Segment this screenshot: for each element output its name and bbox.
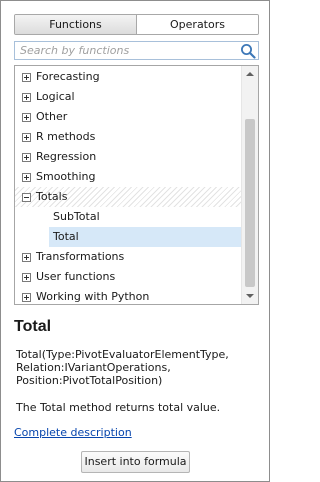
tree-item-label: Other	[36, 110, 68, 123]
scrollbar-thumb[interactable]	[245, 119, 255, 287]
expand-icon[interactable]	[22, 93, 31, 102]
collapse-icon[interactable]	[22, 193, 31, 202]
function-tree[interactable]: Forecasting Logical Other R methods Regr…	[14, 65, 259, 305]
tree-item-label: Transformations	[36, 250, 125, 263]
tab-bar: Functions Operators	[14, 14, 259, 35]
expand-icon[interactable]	[22, 113, 31, 122]
expand-icon[interactable]	[22, 173, 31, 182]
expand-icon[interactable]	[22, 293, 31, 302]
tree-item-regression[interactable]: Regression	[15, 147, 241, 167]
signature-line: Relation:IVariantOperations,	[16, 361, 171, 374]
expand-icon[interactable]	[22, 133, 31, 142]
tree-item-r-methods[interactable]: R methods	[15, 127, 241, 147]
tree-item-smoothing[interactable]: Smoothing	[15, 167, 241, 187]
insert-into-formula-button[interactable]: Insert into formula	[81, 451, 190, 473]
function-description: The Total method returns total value.	[16, 401, 221, 414]
tab-functions[interactable]: Functions	[15, 15, 137, 34]
tree-item-forecasting[interactable]: Forecasting	[15, 67, 241, 87]
tree-item-label: R methods	[36, 130, 96, 143]
arrow-up-icon[interactable]	[242, 66, 258, 82]
tree-item-label: Totals	[36, 190, 68, 203]
tree-scrollbar[interactable]	[241, 66, 258, 304]
tree-item-label: Total	[53, 230, 79, 243]
tree-item-totals[interactable]: Totals	[15, 187, 241, 207]
function-title: Total	[14, 318, 52, 335]
tree-item-label: SubTotal	[53, 210, 100, 223]
tree-item-label: Logical	[36, 90, 75, 103]
signature-line: Position:PivotTotalPosition)	[16, 374, 163, 387]
search-icon[interactable]	[240, 43, 256, 59]
tree-item-label: User functions	[36, 270, 116, 283]
tab-operators[interactable]: Operators	[137, 15, 258, 34]
tree-item-total[interactable]: Total	[49, 227, 241, 247]
arrow-down-icon[interactable]	[242, 288, 258, 304]
tree-item-other[interactable]: Other	[15, 107, 241, 127]
tree-item-label: Regression	[36, 150, 97, 163]
expand-icon[interactable]	[22, 73, 31, 82]
tree-item-user-functions[interactable]: User functions	[15, 267, 241, 287]
complete-description-link[interactable]: Complete description	[14, 426, 132, 439]
expand-icon[interactable]	[22, 153, 31, 162]
tree-item-subtotal[interactable]: SubTotal	[15, 207, 241, 227]
tree-item-logical[interactable]: Logical	[15, 87, 241, 107]
search-input[interactable]	[15, 42, 237, 59]
tree-item-label: Working with Python	[36, 290, 150, 303]
tree-item-label: Smoothing	[36, 170, 96, 183]
tree-item-working-with-python[interactable]: Working with Python	[15, 287, 241, 304]
signature-line: Total(Type:PivotEvaluatorElementType,	[16, 348, 229, 361]
search-box	[14, 41, 259, 60]
expand-icon[interactable]	[22, 273, 31, 282]
function-picker-panel: Functions Operators Forecasting Logical …	[0, 0, 270, 482]
function-signature: Total(Type:PivotEvaluatorElementType, Re…	[16, 348, 261, 387]
tree-item-transformations[interactable]: Transformations	[15, 247, 241, 267]
tree-item-label: Forecasting	[36, 70, 100, 83]
expand-icon[interactable]	[22, 253, 31, 262]
